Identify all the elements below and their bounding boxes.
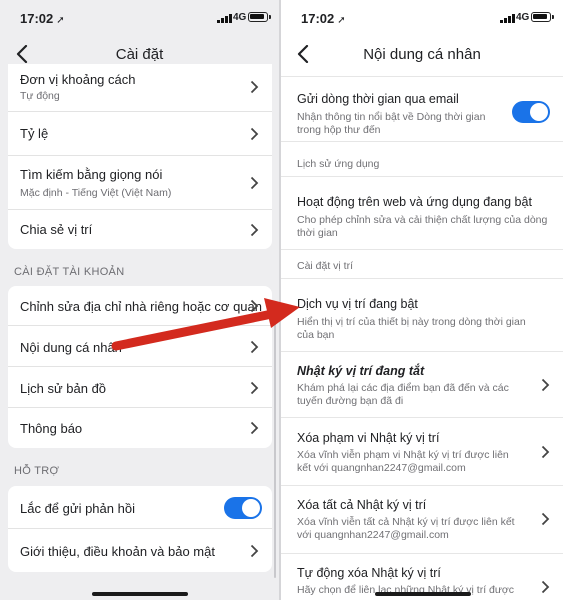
web-app-activity-item[interactable]: Hoạt động trên web và ứng dụng đang bật … [281,176,563,250]
support-card: Lắc để gửi phản hồi Giới thiệu, điều kho… [8,486,272,572]
toggle-knob [530,103,548,121]
notifications-item[interactable]: Thông báo [8,408,272,448]
item-description: Cho phép chỉnh sửa và cải thiện chất lượ… [297,214,548,239]
status-time: 17:02 ➚ [20,11,65,26]
account-settings-header: CÀI ĐẶT TÀI KHOẢN [14,266,125,278]
chevron-right-icon [250,340,259,354]
about-terms-privacy-item[interactable]: Giới thiệu, điều khoản và bảo mật [8,529,272,572]
item-label: Tự động xóa Nhật ký vị trí [297,566,441,580]
distance-unit-item[interactable]: Đơn vị khoảng cách Tự động [8,64,272,112]
signal-icon [217,13,232,23]
chevron-right-icon [250,421,259,435]
delete-all-item[interactable]: Xóa tất cả Nhật ký vị trí Xóa vĩnh viễn … [281,486,563,554]
map-settings-card: Đơn vị khoảng cách Tự động Tỷ lệ Tìm kiế… [8,64,272,249]
timeline-email-item: Gửi dòng thời gian qua email Nhận thông … [281,76,563,142]
page-title: Cài đặt [115,46,164,63]
share-location-item[interactable]: Chia sẻ vị trí [8,210,272,249]
item-label: Xóa tất cả Nhật ký vị trí [297,498,427,512]
item-label: Lắc để gửi phản hồi [20,501,135,516]
home-indicator[interactable] [375,592,471,596]
item-description: Hiển thị vị trí của thiết bị này trong d… [297,316,526,341]
status-time: 17:02 ➚ [301,11,346,26]
item-label: Giới thiệu, điều khoản và bảo mật [20,544,215,559]
location-history-item[interactable]: Nhật ký vị trí đang tắt Khám phá lại các… [281,352,563,418]
chevron-right-icon [250,544,259,558]
battery-icon [248,12,271,22]
chevron-right-icon [250,299,259,313]
support-header: HỖ TRỢ [14,465,60,477]
network-label: 4G [516,12,530,23]
item-label: Gửi dòng thời gian qua email [297,92,459,106]
account-settings-card: Chỉnh sửa địa chỉ nhà riêng hoặc cơ quan… [8,286,272,448]
status-bar: 17:02 ➚ 4G [0,0,279,34]
nav-bar: Nội dung cá nhân [281,36,563,72]
home-indicator[interactable] [92,592,188,596]
item-label: Đơn vị khoảng cách [20,72,136,87]
personal-content-item[interactable]: Nội dung cá nhân [8,326,272,367]
item-label: Thông báo [20,421,83,436]
item-label: Dịch vụ vị trí đang bật [297,297,418,311]
chevron-right-icon [250,381,259,395]
map-history-item[interactable]: Lịch sử bản đồ [8,367,272,408]
item-label: Nội dung cá nhân [20,340,122,355]
item-label: Tìm kiếm bằng giọng nói [20,167,163,182]
item-label: Chỉnh sửa địa chỉ nhà riêng hoặc cơ quan [20,299,262,314]
personal-content-screen: 17:02 ➚ 4G Nội dung cá nhân Gửi dòng thời… [281,0,563,600]
edit-home-work-item[interactable]: Chỉnh sửa địa chỉ nhà riêng hoặc cơ quan [8,286,272,326]
battery-icon [531,12,554,22]
chevron-right-icon [541,445,550,459]
item-sublabel: Tự động [20,90,60,102]
item-label: Hoạt động trên web và ứng dụng đang bật [297,195,532,209]
item-description: Khám phá lại các địa điểm bạn đã đến và … [297,382,509,407]
chevron-right-icon [541,512,550,526]
item-description: Nhận thông tin nổi bật về Dòng thời gian… [297,111,486,136]
app-history-header: Lịch sử ứng dụng [297,158,380,170]
delete-range-item[interactable]: Xóa phạm vi Nhật ký vị trí Xóa vĩnh viễn… [281,418,563,486]
network-label: 4G [233,12,247,23]
location-services-item[interactable]: Dịch vụ vị trí đang bật Hiển thị vị trí … [281,278,563,352]
scale-item[interactable]: Tỷ lệ [8,112,272,156]
chevron-right-icon [250,223,259,237]
page-title: Nội dung cá nhân [363,46,481,63]
item-label: Nhật ký vị trí đang tắt [297,364,425,378]
item-sublabel: Mặc định - Tiếng Việt (Việt Nam) [20,187,172,199]
voice-search-item[interactable]: Tìm kiếm bằng giọng nói Mặc định - Tiếng… [8,156,272,210]
item-label: Chia sẻ vị trí [20,222,93,237]
chevron-right-icon [250,127,259,141]
settings-screen: 17:02 ➚ 4G Cài đặt Đơn vị khoảng cách Tự … [0,0,279,600]
scrollbar[interactable] [274,318,276,578]
chevron-right-icon [541,378,550,392]
item-label: Lịch sử bản đồ [20,381,107,396]
chevron-right-icon [250,80,259,94]
location-settings-header: Cài đặt vị trí [297,260,354,272]
item-description: Xóa vĩnh viễn tất cả Nhật ký vị trí được… [297,516,515,541]
shake-feedback-item: Lắc để gửi phản hồi [8,486,272,529]
signal-icon [500,13,515,23]
chevron-right-icon [541,580,550,594]
status-bar: 17:02 ➚ 4G [281,0,563,34]
item-label: Tỷ lệ [20,126,49,141]
timeline-email-toggle[interactable] [512,101,550,123]
item-label: Xóa phạm vi Nhật ký vị trí [297,431,440,445]
toggle-knob [242,499,260,517]
item-description: Xóa vĩnh viễn phạm vi Nhật ký vị trí đượ… [297,449,509,474]
chevron-right-icon [250,176,259,190]
shake-feedback-toggle[interactable] [224,497,262,519]
